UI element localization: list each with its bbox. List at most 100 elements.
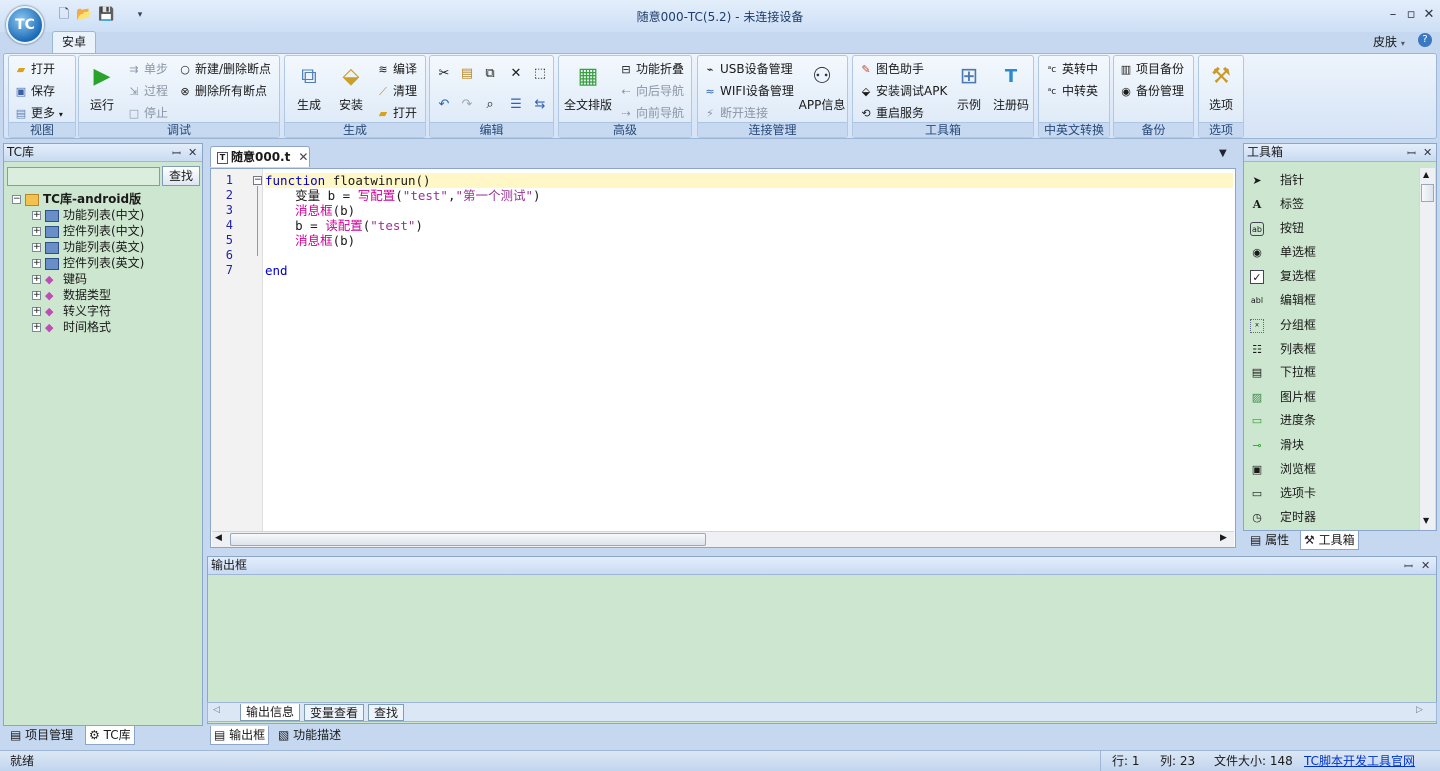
compile-button[interactable]: ≋ 编译 — [376, 59, 417, 79]
save-button[interactable]: ▣ 保存 — [14, 81, 55, 101]
pin-icon[interactable]: ꟷ — [1404, 559, 1413, 574]
toolbox-item-editbox[interactable]: abl 编辑框 — [1250, 288, 1316, 312]
nav-back-button[interactable]: ⇠ 向后导航 — [619, 81, 684, 101]
fold-button[interactable]: ⊟ 功能折叠 — [619, 59, 684, 79]
tree-item[interactable]: + 控件列表(中文) — [12, 223, 200, 239]
official-site-link[interactable]: TC脚本开发工具官网 — [1304, 753, 1415, 769]
app-logo-button[interactable]: TC — [6, 6, 44, 44]
tree-item[interactable]: + ◆ 键码 — [12, 271, 200, 287]
toolbox-item-pointer[interactable]: ➤ 指针 — [1250, 168, 1304, 192]
tab-output-info[interactable]: 输出信息 — [240, 704, 301, 721]
scroll-up-icon[interactable]: ▲ — [1423, 170, 1429, 179]
color-helper-button[interactable]: ✎ 图色助手 — [859, 59, 924, 79]
tree-item[interactable]: + ◆ 时间格式 — [12, 319, 200, 335]
install-apk-button[interactable]: ⬙ 安装调试APK — [859, 81, 948, 101]
more-button[interactable]: ▤ 更多 ▾ — [14, 103, 63, 123]
delete-breakpoints-button[interactable]: ⊗ 删除所有断点 — [178, 81, 267, 101]
redo-icon[interactable]: ↷ — [457, 96, 477, 114]
clean-button[interactable]: ⟋ 清理 — [376, 81, 417, 101]
horizontal-scrollbar[interactable]: ◀ ▶ — [212, 531, 1234, 547]
scroll-right-icon[interactable]: ▷ — [1416, 705, 1423, 715]
code-editor[interactable]: 1 2 3 4 5 6 7 − function floatwinrun() 变… — [210, 168, 1236, 548]
tree-item[interactable]: + 控件列表(英文) — [12, 255, 200, 271]
register-button[interactable]: T 注册码 — [988, 62, 1034, 113]
toolbox-item-slider[interactable]: ⊸ 滑块 — [1250, 433, 1304, 457]
find-replace-icon[interactable]: ⌕ — [480, 96, 500, 114]
scroll-thumb[interactable] — [230, 533, 706, 546]
expand-icon[interactable]: + — [32, 307, 41, 316]
expand-icon[interactable]: + — [32, 291, 41, 300]
tab-output-box[interactable]: ▤ 输出框 — [210, 726, 270, 745]
close-tab-icon[interactable]: ✕ — [298, 150, 308, 164]
toolbox-item-combobox[interactable]: ▤ 下拉框 — [1250, 360, 1316, 384]
tree-item[interactable]: + 功能列表(中文) — [12, 207, 200, 223]
options-button[interactable]: ⚒ 选项 — [1199, 62, 1243, 113]
tab-toolbox[interactable]: ⚒ 工具箱 — [1300, 531, 1359, 550]
open-button[interactable]: ▰ 打开 — [14, 59, 55, 79]
collapse-icon[interactable]: − — [12, 195, 21, 204]
cut-icon[interactable]: ✂ — [434, 65, 454, 83]
tab-project-manager[interactable]: ▤ 项目管理 — [7, 726, 76, 745]
scroll-down-icon[interactable]: ▼ — [1423, 516, 1429, 525]
tab-tc-library[interactable]: ⚙ TC库 — [85, 726, 135, 745]
toolbox-item-groupbox[interactable]: ˣ 分组框 — [1250, 313, 1316, 337]
app-info-button[interactable]: ⚇ APP信息 — [798, 62, 846, 113]
delete-icon[interactable]: ✕ — [506, 65, 526, 83]
toolbox-item-listbox[interactable]: ☷ 列表框 — [1250, 337, 1316, 361]
restart-service-button[interactable]: ⟲ 重启服务 — [859, 103, 924, 123]
copy-icon[interactable]: ⧉ — [480, 65, 500, 83]
pin-icon[interactable]: ꟷ — [172, 146, 181, 161]
help-icon[interactable]: ? — [1418, 33, 1432, 47]
undo-icon[interactable]: ↶ — [434, 96, 454, 114]
expand-icon[interactable]: + — [32, 243, 41, 252]
expand-icon[interactable]: + — [32, 227, 41, 236]
library-search-input[interactable] — [7, 167, 160, 186]
tab-file[interactable]: T 随意000.t ✕ — [210, 146, 310, 167]
toolbox-item-picturebox[interactable]: ▨ 图片框 — [1250, 385, 1316, 409]
select-all-icon[interactable]: ⬚ — [530, 65, 550, 83]
tab-function-description[interactable]: ▧ 功能描述 — [275, 726, 344, 745]
close-panel-icon[interactable]: ✕ — [188, 146, 197, 159]
expand-icon[interactable]: + — [32, 323, 41, 332]
toolbox-item-browser[interactable]: ▣ 浏览框 — [1250, 457, 1316, 481]
project-backup-button[interactable]: ▥ 项目备份 — [1119, 59, 1184, 79]
stop-button[interactable]: □ 停止 — [127, 103, 168, 123]
close-panel-icon[interactable]: ✕ — [1421, 559, 1430, 572]
tab-find[interactable]: 查找 — [368, 704, 405, 721]
tab-variable-watch[interactable]: 变量查看 — [304, 704, 365, 721]
comment-icon[interactable]: ⇆ — [530, 96, 550, 114]
tree-root[interactable]: − TC库-android版 — [12, 191, 200, 207]
toolbox-item-radio[interactable]: ◉ 单选框 — [1250, 240, 1316, 264]
expand-icon[interactable]: + — [32, 259, 41, 268]
tab-properties[interactable]: ▤ 属性 — [1247, 531, 1292, 550]
toolbox-item-tabs[interactable]: ▭ 选项卡 — [1250, 481, 1316, 505]
library-search-button[interactable]: 查找 — [162, 166, 200, 186]
process-button[interactable]: ⇲ 过程 — [127, 81, 168, 101]
open-output-button[interactable]: ▰ 打开 — [376, 103, 417, 123]
pin-icon[interactable]: ꟷ — [1407, 146, 1416, 161]
wifi-manager-button[interactable]: ≈ WIFI设备管理 — [703, 81, 793, 101]
indent-icon[interactable]: ☰ — [506, 96, 526, 114]
tree-item[interactable]: + ◆ 数据类型 — [12, 287, 200, 303]
en-to-cn-button[interactable]: ᵃc 英转中 — [1045, 59, 1098, 79]
tab-list-icon[interactable]: ▼ — [1219, 148, 1227, 159]
close-window-icon[interactable]: ✕ — [1420, 6, 1438, 24]
disconnect-button[interactable]: ⚡ 断开连接 — [703, 103, 768, 123]
tab-android[interactable]: 安卓 — [52, 31, 96, 53]
cn-to-en-button[interactable]: ᵃc 中转英 — [1045, 81, 1098, 101]
skin-menu[interactable]: 皮肤 ▾ — [1373, 33, 1405, 50]
expand-icon[interactable]: + — [32, 275, 41, 284]
tree-item[interactable]: + 功能列表(英文) — [12, 239, 200, 255]
scroll-left-icon[interactable]: ◁ — [213, 705, 220, 715]
fold-toggle-icon[interactable]: − — [253, 176, 262, 185]
scroll-left-icon[interactable]: ◀ — [215, 533, 222, 543]
expand-icon[interactable]: + — [32, 211, 41, 220]
install-button[interactable]: ⬙ 安装 — [328, 62, 374, 113]
scroll-thumb[interactable] — [1421, 184, 1434, 202]
paste-icon[interactable]: ▤ — [457, 65, 477, 83]
toolbox-item-progressbar[interactable]: ▭ 进度条 — [1250, 408, 1316, 432]
build-button[interactable]: ⧉ 生成 — [286, 62, 332, 113]
example-button[interactable]: ⊞ 示例 — [946, 62, 992, 113]
toolbox-item-checkbox[interactable]: ✓ 复选框 — [1250, 264, 1316, 288]
toolbox-item-label[interactable]: A 标签 — [1250, 192, 1304, 216]
